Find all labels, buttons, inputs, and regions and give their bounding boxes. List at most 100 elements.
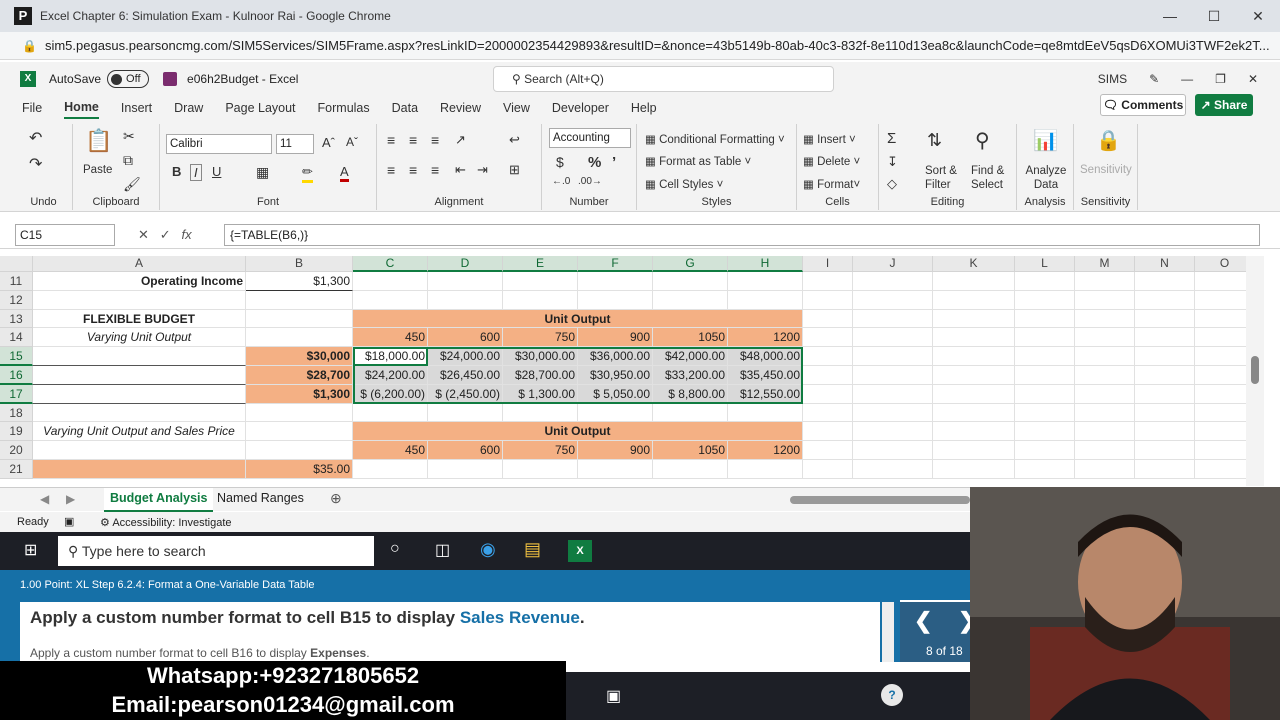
grid-cell[interactable] <box>353 272 428 291</box>
grid-cell[interactable] <box>933 366 1015 385</box>
row-header[interactable]: 21 <box>0 460 33 479</box>
row-header[interactable]: 12 <box>0 290 33 310</box>
grid-cell[interactable] <box>33 290 246 310</box>
grid-cell[interactable] <box>728 460 803 479</box>
grid-cell[interactable] <box>933 272 1015 291</box>
grid-cell[interactable] <box>246 403 353 423</box>
align-center-icon[interactable]: ≡ <box>409 162 417 178</box>
windows-start-icon[interactable]: ⊞ <box>24 540 37 560</box>
data-table-cell[interactable]: $ 5,050.00 <box>578 384 653 404</box>
sort-filter-button[interactable]: Sort & Filter <box>925 164 961 192</box>
grid-cell[interactable] <box>246 422 353 442</box>
grid-cell[interactable] <box>653 290 728 310</box>
name-box[interactable]: C15 <box>15 224 115 246</box>
underline-icon[interactable]: U <box>212 164 221 179</box>
grid-cell[interactable] <box>728 403 803 423</box>
app-icon[interactable]: ▣ <box>606 686 621 706</box>
grid-cell[interactable] <box>803 403 853 423</box>
tab-file[interactable]: File <box>22 98 42 118</box>
grid-cell[interactable] <box>653 403 728 423</box>
search-input[interactable]: ⚲ Search (Alt+Q) <box>493 66 834 92</box>
tab-page-layout[interactable]: Page Layout <box>225 98 295 118</box>
user-name[interactable]: SIMS <box>1098 72 1127 86</box>
decrease-decimal-icon[interactable]: .00→ <box>578 176 602 187</box>
unit-output-value-2[interactable]: 1200 <box>728 441 803 460</box>
row-header[interactable]: 16 <box>0 366 33 385</box>
grid-cell[interactable] <box>803 460 853 479</box>
grid-cell[interactable] <box>933 290 1015 310</box>
grid-cell[interactable] <box>803 272 853 291</box>
borders-icon[interactable]: ▦ <box>256 164 269 181</box>
grid-cell[interactable] <box>1075 309 1135 329</box>
accessibility-status[interactable]: ⚙ Accessibility: Investigate <box>100 516 232 529</box>
grid-cell[interactable] <box>803 366 853 385</box>
maximize-icon[interactable]: ☐ <box>1192 0 1236 32</box>
close-icon[interactable]: ✕ <box>1236 0 1280 32</box>
grid-cell[interactable] <box>353 290 428 310</box>
excel-taskbar-icon[interactable]: X <box>568 540 592 562</box>
column-header[interactable]: M <box>1075 256 1135 272</box>
row-header[interactable]: 17 <box>0 384 33 404</box>
url-text[interactable]: sim5.pegasus.pearsoncmg.com/SIM5Services… <box>45 38 1270 53</box>
grid-cell[interactable] <box>1015 272 1075 291</box>
edge-icon[interactable]: ◉ <box>480 539 496 560</box>
grid-cell[interactable] <box>653 272 728 291</box>
sheet-tab-named-ranges[interactable]: Named Ranges <box>217 491 304 505</box>
row-header[interactable]: 14 <box>0 328 33 348</box>
grid-cell[interactable] <box>933 460 1015 479</box>
close-icon[interactable]: ✕ <box>1248 72 1258 86</box>
fill-color-icon[interactable]: ✏ <box>302 164 313 183</box>
data-table-cell[interactable]: $28,700.00 <box>503 366 578 385</box>
column-header[interactable]: B <box>246 256 353 272</box>
conditional-formatting-button[interactable]: ▦ Conditional Formatting ˅ <box>645 132 785 146</box>
cell-a21[interactable] <box>33 460 246 479</box>
cell-b11[interactable]: $1,300 <box>246 272 353 291</box>
grid-cell[interactable] <box>1135 328 1195 348</box>
grid-cell[interactable] <box>578 290 653 310</box>
cell-b21[interactable]: $35.00 <box>246 460 353 479</box>
tab-data[interactable]: Data <box>392 98 418 118</box>
column-header[interactable]: N <box>1135 256 1195 272</box>
grid-cell[interactable] <box>428 272 503 291</box>
grid-cell[interactable] <box>853 290 933 310</box>
grid-cell[interactable] <box>1135 403 1195 423</box>
column-header[interactable]: F <box>578 256 653 272</box>
unit-output-value[interactable]: 900 <box>578 328 653 348</box>
grid-cell[interactable] <box>803 422 853 442</box>
grid-cell[interactable] <box>803 309 853 329</box>
grid-cell[interactable] <box>353 460 428 479</box>
column-header[interactable]: L <box>1015 256 1075 272</box>
wrap-text-icon[interactable]: ↩ <box>509 132 520 148</box>
analyze-data-icon[interactable]: 📊 <box>1033 128 1058 153</box>
grid-cell[interactable] <box>1015 441 1075 460</box>
unit-output-value-2[interactable]: 1050 <box>653 441 728 460</box>
grid-cell[interactable] <box>853 422 933 442</box>
grid-cell[interactable] <box>1135 309 1195 329</box>
address-bar[interactable]: 🔒 sim5.pegasus.pearsoncmg.com/SIM5Servic… <box>0 32 1280 60</box>
grid-cell[interactable] <box>246 328 353 348</box>
row-header[interactable]: 13 <box>0 309 33 329</box>
grid-cell[interactable] <box>1075 366 1135 385</box>
grid-cell[interactable] <box>803 441 853 460</box>
column-header[interactable]: I <box>803 256 853 272</box>
grid-cell[interactable] <box>1015 384 1075 404</box>
file-explorer-icon[interactable]: ▤ <box>524 539 541 560</box>
unit-output-value-2[interactable]: 750 <box>503 441 578 460</box>
data-table-cell[interactable]: $36,000.00 <box>578 347 653 366</box>
accounting-format-icon[interactable]: $ <box>556 154 564 170</box>
grid-cell[interactable] <box>933 441 1015 460</box>
grid-cell[interactable] <box>246 441 353 460</box>
data-table-cell[interactable]: $24,200.00 <box>353 366 428 385</box>
share-button[interactable]: ↗ Share <box>1195 94 1253 116</box>
grid-cell[interactable] <box>853 272 933 291</box>
analyze-data-button[interactable]: Analyze Data <box>1021 164 1071 192</box>
delete-cells-button[interactable]: ▦ Delete ˅ <box>803 154 860 168</box>
grid-cell[interactable] <box>1075 403 1135 423</box>
cell-styles-button[interactable]: ▦ Cell Styles ˅ <box>645 177 723 191</box>
unit-output-header-2[interactable]: Unit Output <box>353 422 803 442</box>
data-table-cell[interactable]: $ 8,800.00 <box>653 384 728 404</box>
unit-output-value-2[interactable]: 900 <box>578 441 653 460</box>
data-table-cell[interactable]: $ (6,200.00) <box>353 384 428 404</box>
column-header[interactable]: A <box>33 256 246 272</box>
grid-cell[interactable] <box>428 403 503 423</box>
